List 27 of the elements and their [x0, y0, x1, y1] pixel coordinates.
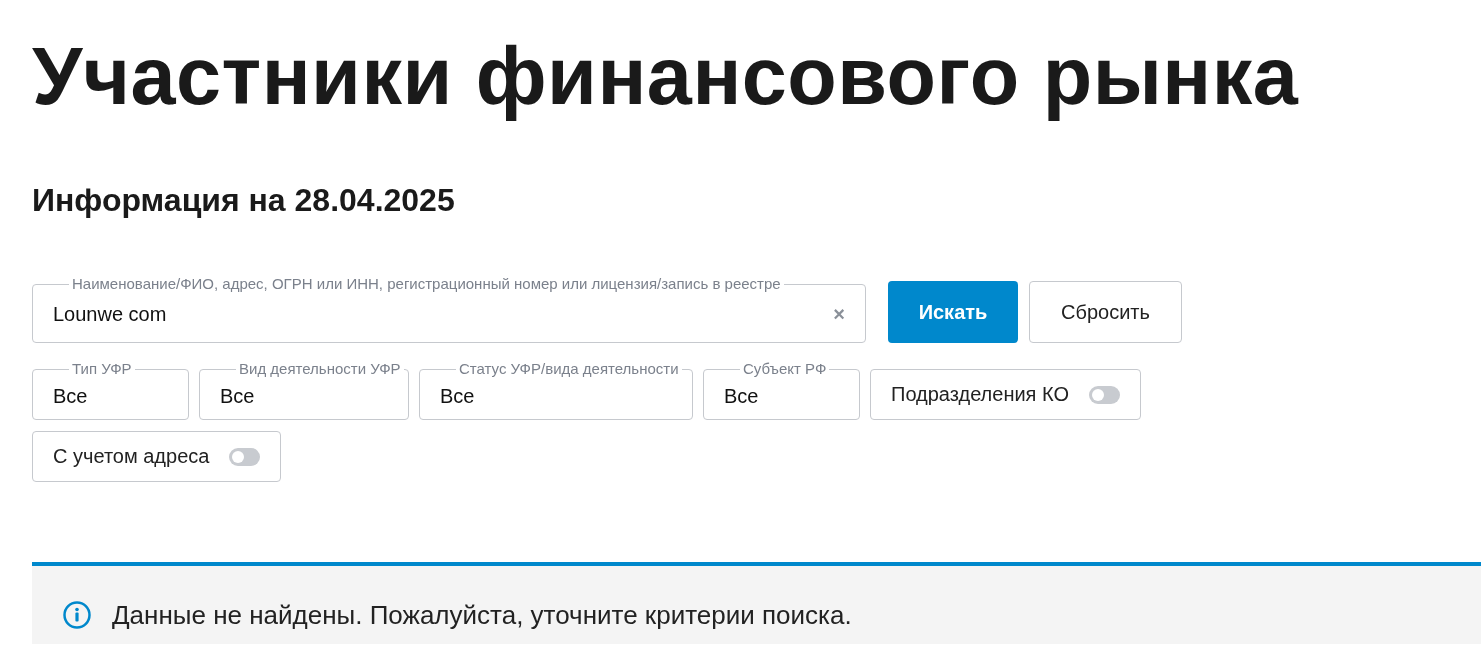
field-value: Lounwe com — [53, 302, 167, 326]
field-label: Тип УФР — [71, 361, 133, 377]
toggle-switch[interactable] — [229, 447, 261, 466]
search-button[interactable]: Искать — [888, 281, 1018, 343]
field-value: Все — [440, 384, 475, 408]
info-icon — [62, 600, 92, 630]
field-label: Вид деятельности УФР — [238, 361, 402, 377]
toggle-filter[interactable]: С учетом адреса — [32, 431, 282, 482]
field-value: Все — [724, 384, 759, 408]
field-value: Все — [53, 384, 88, 408]
toggle-switch[interactable] — [1089, 385, 1120, 404]
field-value: Все — [220, 384, 255, 408]
field-label: Статус УФР/вида деятельности — [458, 361, 680, 377]
search-field[interactable]: Наименование/ФИО, адрес, ОГРН или ИНН, регистрационный номер или лицензия/запись в реестре Lounwe com × — [32, 276, 866, 343]
select-field[interactable]: Субъект РФ Все — [703, 361, 860, 420]
page-title: Участники финансового рынка — [32, 30, 1300, 123]
select-field[interactable]: Статус УФР/вида деятельности Все — [419, 361, 693, 420]
toggle-label: Подразделения КО — [891, 383, 1069, 406]
toggle-label: С учетом адреса — [53, 445, 210, 468]
reset-button[interactable]: Сбросить — [1029, 281, 1182, 343]
field-label: Субъект РФ — [742, 361, 828, 377]
info-date-heading: Информация на 28.04.2025 — [32, 181, 456, 220]
select-field[interactable]: Вид деятельности УФР Все — [199, 361, 409, 420]
field-label: Наименование/ФИО, адрес, ОГРН или ИНН, регистрационный номер или лицензия/запись в реестре — [71, 276, 782, 292]
select-field[interactable]: Тип УФР Все — [32, 361, 189, 420]
toggle-filter[interactable]: Подразделения КО — [870, 369, 1141, 420]
message-text: Данные не найдены. Пожалуйста, уточните критерии поиска. — [112, 600, 852, 630]
